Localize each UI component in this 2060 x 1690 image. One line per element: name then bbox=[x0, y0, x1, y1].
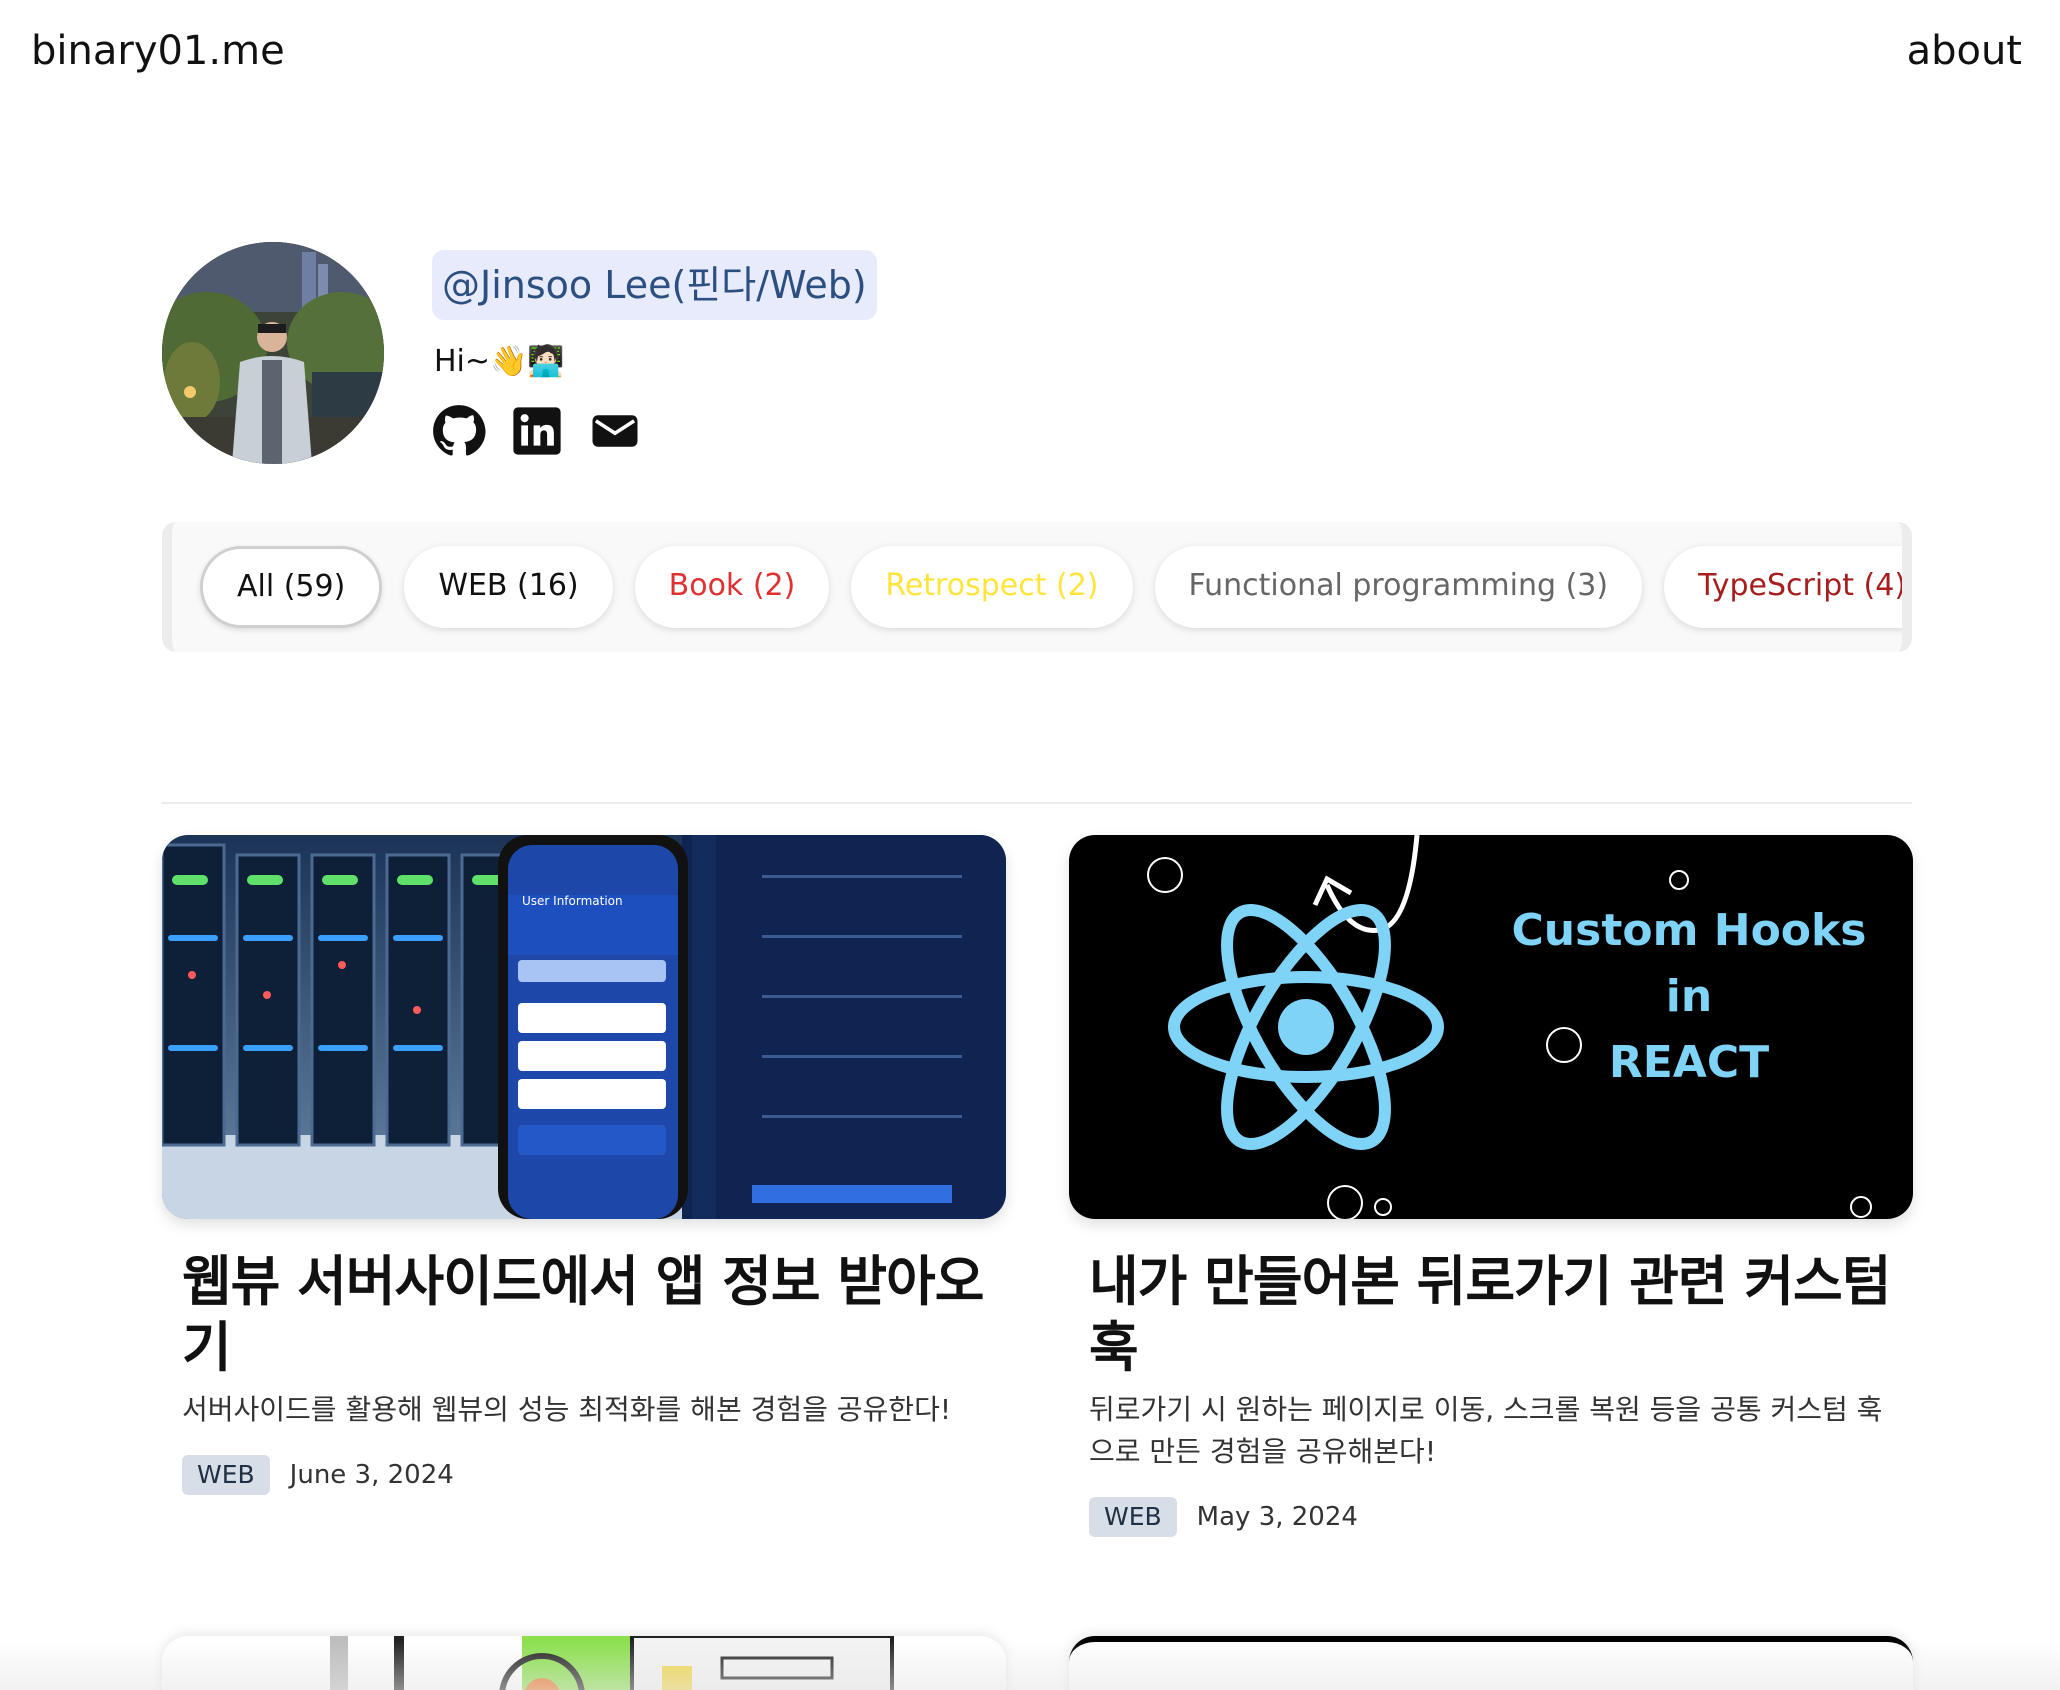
post-title[interactable]: 웹뷰 서버사이드에서 앱 정보 받아오기 bbox=[182, 1249, 986, 1381]
server-webview-illustration: User Information bbox=[162, 835, 1006, 1219]
avatar bbox=[162, 242, 384, 464]
post-title[interactable]: 내가 만들어본 뒤로가기 관련 커스텀 훅 bbox=[1089, 1249, 1893, 1381]
profile-section: @Jinsoo Lee(핀다/Web) Hi~👋🧑🏻‍💻 bbox=[162, 242, 1912, 472]
mail-icon[interactable] bbox=[588, 404, 642, 458]
github-icon[interactable] bbox=[432, 404, 486, 458]
site-title-link[interactable]: binary01.me bbox=[31, 28, 285, 74]
post-date: May 3, 2024 bbox=[1196, 1502, 1358, 1532]
post-thumbnail-partial bbox=[162, 1636, 1006, 1690]
tag-web[interactable]: WEB (16) bbox=[404, 546, 613, 628]
post-thumbnail[interactable]: User Information bbox=[162, 835, 1006, 1219]
site-header: binary01.me about bbox=[0, 0, 2060, 104]
post-meta: WEB May 3, 2024 bbox=[1089, 1497, 1893, 1537]
tag-functional-programming[interactable]: Functional programming (3) bbox=[1154, 546, 1643, 628]
post-tag-badge[interactable]: WEB bbox=[182, 1455, 270, 1495]
tag-book[interactable]: Book (2) bbox=[634, 546, 830, 628]
post-date: June 3, 2024 bbox=[289, 1460, 454, 1490]
section-divider bbox=[162, 802, 1912, 804]
about-link[interactable]: about bbox=[1907, 28, 2022, 74]
react-hooks-illustration: Custom Hooks in REACT bbox=[1069, 835, 1913, 1219]
post-description: 뒤로가기 시 원하는 페이지로 이동, 스크롤 복원 등을 공통 커스텀 훅으로… bbox=[1089, 1393, 1883, 1468]
author-name[interactable]: @Jinsoo Lee(핀다/Web) bbox=[432, 250, 877, 320]
post-card[interactable]: User Information 웹뷰 서버사이드에서 앱 정보 받아오기 서버… bbox=[162, 835, 1006, 1495]
avatar-photo bbox=[162, 242, 384, 464]
tag-typescript[interactable]: TypeScript (4) bbox=[1664, 546, 1902, 628]
post-card[interactable]: Custom Hooks in REACT 내가 만들어본 뒤로가기 관련 커스… bbox=[1069, 835, 1913, 1537]
tag-retrospect[interactable]: Retrospect (2) bbox=[851, 546, 1133, 628]
post-tag-badge[interactable]: WEB bbox=[1089, 1497, 1177, 1537]
tag-all[interactable]: All (59) bbox=[200, 546, 383, 628]
svg-text:Custom Hooks: Custom Hooks bbox=[1512, 905, 1867, 956]
svg-text:User Information: User Information bbox=[522, 894, 623, 908]
svg-text:REACT: REACT bbox=[1609, 1037, 1769, 1088]
post-thumbnail[interactable]: Custom Hooks in REACT bbox=[1069, 835, 1913, 1219]
tag-list: All (59) WEB (16) Book (2) Retrospect (2) Fu… bbox=[200, 546, 1902, 628]
post-meta: WEB June 3, 2024 bbox=[182, 1455, 986, 1495]
tag-filter-bar[interactable]: All (59) WEB (16) Book (2) Retrospect (2) Fu… bbox=[162, 522, 1912, 652]
linkedin-icon[interactable] bbox=[510, 404, 564, 458]
greeting-text: Hi~👋🧑🏻‍💻 bbox=[434, 344, 565, 379]
post-card-partial[interactable] bbox=[1069, 1636, 1913, 1690]
svg-text:in: in bbox=[1666, 971, 1712, 1022]
post-description: 서버사이드를 활용해 웹뷰의 성능 최적화를 해본 경험을 공유한다! bbox=[182, 1393, 952, 1426]
post-card-partial[interactable] bbox=[162, 1636, 1006, 1690]
